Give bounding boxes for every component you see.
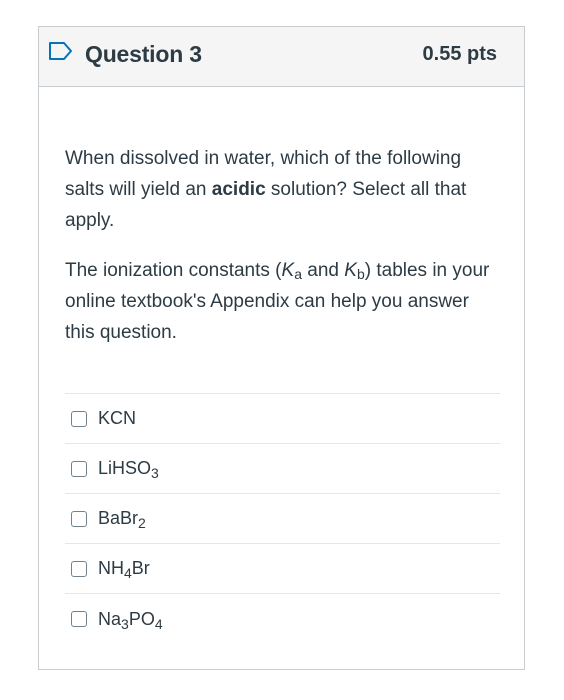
answer-label: LiHSO3 (98, 458, 159, 481)
answer-label: BaBr2 (98, 508, 146, 531)
answer-option[interactable]: BaBr2 (65, 494, 500, 544)
checkbox[interactable] (71, 510, 87, 527)
question-points: 0.55 pts (422, 43, 497, 65)
question-text: When dissolved in water, which of the fo… (65, 143, 501, 367)
question-card: Question 3 0.55 pts When dissolved in wa… (38, 26, 525, 670)
answer-option[interactable]: KCN (65, 394, 500, 444)
question-hint: The ionization constants (Ka and Kb) tab… (65, 260, 490, 343)
checkbox[interactable] (71, 410, 87, 427)
answer-option[interactable]: NH4Br (65, 544, 500, 594)
question-title: Question 3 (85, 41, 202, 67)
answer-option[interactable]: Na3PO4 (65, 594, 500, 644)
emphasis-acidic: acidic (211, 179, 266, 200)
question-header: Question 3 0.55 pts (39, 27, 524, 87)
answer-list: KCN LiHSO3 BaBr2 NH4Br Na3PO4 (65, 393, 500, 644)
answer-label: Na3PO4 (98, 608, 163, 632)
question-prompt: When dissolved in water, which of the fo… (65, 148, 467, 231)
answer-label: NH4Br (98, 558, 150, 581)
checkbox[interactable] (71, 560, 87, 577)
bookmark-flag-icon[interactable] (48, 41, 74, 61)
answer-option[interactable]: LiHSO3 (65, 444, 500, 494)
answer-label: KCN (98, 408, 137, 428)
checkbox[interactable] (71, 460, 87, 477)
checkbox[interactable] (71, 611, 87, 627)
